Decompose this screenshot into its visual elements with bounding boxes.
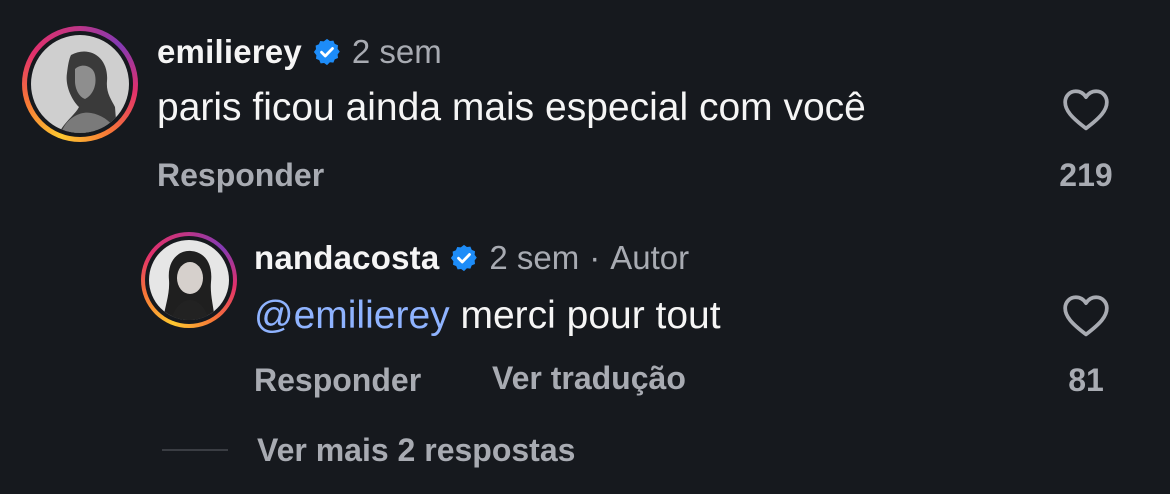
reply-message: merci pour tout (449, 294, 721, 337)
avatar-emilierey[interactable] (22, 26, 138, 142)
reply-timestamp: 2 sem (489, 239, 580, 276)
comment-text: paris ficou ainda mais especial com você (157, 86, 866, 129)
translate-button[interactable]: Ver tradução (492, 358, 686, 398)
avatar-nandacosta[interactable] (141, 232, 237, 328)
like-heart-icon[interactable] (1061, 292, 1111, 338)
reply-button[interactable]: Responder (254, 360, 421, 400)
author-tag: Autor (610, 239, 690, 276)
meta-separator: · (589, 239, 601, 276)
comment-timestamp: 2 sem (351, 33, 442, 70)
reply-button[interactable]: Responder (157, 155, 324, 195)
replies-divider (162, 449, 228, 451)
reply-text: @emilierey merci pour tout (254, 292, 721, 340)
view-more-replies-button[interactable]: Ver mais 2 respostas (257, 430, 575, 470)
like-count: 81 (1068, 362, 1104, 398)
comment-username[interactable]: emilierey (157, 33, 302, 71)
profile-photo-icon (31, 35, 129, 133)
reply-username[interactable]: nandacosta (254, 239, 439, 277)
mention-link[interactable]: @emilierey (254, 294, 450, 337)
verified-badge-icon (313, 38, 340, 66)
comment-emilierey: emilierey 2 sem paris ficou ainda mais e… (0, 0, 1170, 200)
like-heart-icon[interactable] (1061, 86, 1111, 132)
verified-badge-icon (451, 244, 478, 272)
like-count: 219 (1059, 157, 1113, 193)
reply-nandacosta: nandacosta 2 sem · Autor @emilierey merc… (0, 200, 1170, 420)
profile-photo-icon (149, 240, 229, 320)
